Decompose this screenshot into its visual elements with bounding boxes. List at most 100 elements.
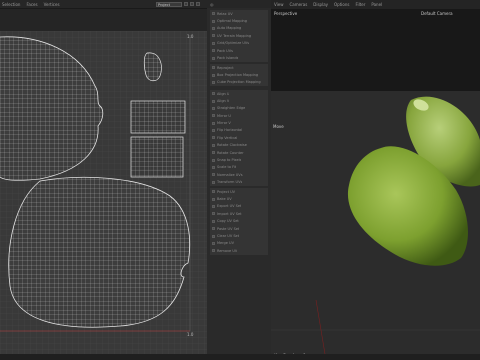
- tool-item[interactable]: Cube Projection Mapping: [210, 79, 268, 86]
- status-bar: [0, 354, 480, 360]
- toolbar-icon[interactable]: [184, 2, 188, 6]
- menu-vertices[interactable]: Vertices: [44, 2, 60, 7]
- tool-icon: [212, 241, 215, 245]
- tool-label: Remove UV: [217, 248, 238, 253]
- tool-icon: [212, 143, 215, 147]
- tool-item[interactable]: Grid/Optimize UVs: [210, 40, 268, 47]
- tool-icon: [212, 173, 215, 177]
- uv-axis-tick: 1.0: [187, 34, 194, 39]
- tool-item[interactable]: Transform UVs: [210, 179, 268, 186]
- tool-label: UV Terrain Mapping: [217, 33, 252, 38]
- tool-group: Relax UV Optimal Mapping Auto Mapping UV Te…: [210, 10, 268, 62]
- tool-item[interactable]: Copy UV Set: [210, 218, 268, 225]
- tool-label: Relax UV: [217, 11, 233, 16]
- tool-item[interactable]: Import UV Set: [210, 210, 268, 217]
- tool-group: Align U Align V Straighten Edge: [210, 90, 268, 113]
- tool-item[interactable]: Align V: [210, 97, 268, 104]
- tool-icon: [212, 165, 215, 169]
- tools-header: ◎: [207, 0, 271, 8]
- tool-item[interactable]: Mirror V: [210, 119, 268, 126]
- tool-icon: [212, 249, 215, 253]
- toolbar-icon[interactable]: [190, 2, 194, 6]
- tool-label: Bake UV: [217, 197, 232, 202]
- tool-item[interactable]: Export UV Set: [210, 203, 268, 210]
- tool-icon: [212, 197, 215, 201]
- tool-label: Mirror U: [217, 113, 231, 118]
- tool-icon: [212, 190, 215, 194]
- tool-label: Straighten Edge: [217, 106, 246, 111]
- tool-item[interactable]: UV Terrain Mapping: [210, 32, 268, 39]
- tool-icon: [212, 219, 215, 223]
- tool-label: Box Projection Mapping: [217, 73, 259, 78]
- select-value: Project: [158, 3, 170, 7]
- tool-item[interactable]: Reproject: [210, 64, 268, 71]
- tool-icon: [212, 66, 215, 70]
- tool-item[interactable]: Remove UV: [210, 247, 268, 254]
- tool-label: Merge UV: [217, 241, 234, 246]
- uv-projection-select[interactable]: Project: [156, 2, 182, 7]
- tool-item[interactable]: Auto Mapping: [210, 25, 268, 32]
- toolbar-icon[interactable]: [196, 2, 200, 6]
- tool-icon: [212, 180, 215, 184]
- tool-icon: [212, 234, 215, 238]
- uv-tools-panel: ◎ Relax UV Optimal Mapping Auto Mapping UV …: [207, 0, 271, 360]
- tool-item[interactable]: Merge UV: [210, 240, 268, 247]
- tool-icon: [212, 41, 215, 45]
- tool-item[interactable]: Clear UV Set: [210, 232, 268, 239]
- tool-item[interactable]: Project UV: [210, 188, 268, 195]
- tool-label: Copy UV Set: [217, 219, 239, 224]
- menu-selection[interactable]: Selection: [2, 2, 20, 7]
- tool-item[interactable]: Pack Islands: [210, 54, 268, 61]
- tool-icon: [212, 204, 215, 208]
- tool-label: Transform UVs: [217, 180, 243, 185]
- menu-faces[interactable]: Faces: [26, 2, 37, 7]
- tool-icon: [212, 106, 215, 110]
- tool-label: Optimal Mapping: [217, 19, 247, 24]
- uv-island[interactable]: [130, 136, 184, 178]
- tool-item[interactable]: Align U: [210, 90, 268, 97]
- tool-label: Pack UVs: [217, 48, 233, 53]
- tool-item[interactable]: Relax UV: [210, 10, 268, 17]
- tool-label: Reproject: [217, 65, 234, 70]
- tool-icon: [212, 212, 215, 216]
- tool-icon: [212, 34, 215, 38]
- tool-label: Scale to Fit: [217, 165, 237, 170]
- tool-item[interactable]: Normalize UVs: [210, 171, 268, 178]
- uv-viewport[interactable]: 1.0 1.0: [0, 31, 207, 354]
- tool-label: Rotate Counter: [217, 150, 244, 155]
- tool-item[interactable]: Flip Vertical: [210, 134, 268, 141]
- tool-item[interactable]: Rotate Counter: [210, 149, 268, 156]
- tool-item[interactable]: Mirror U: [210, 112, 268, 119]
- tool-item[interactable]: Box Projection Mapping: [210, 71, 268, 78]
- tool-label: Align U: [217, 91, 230, 96]
- tool-item[interactable]: Flip Horizontal: [210, 127, 268, 134]
- tool-label: Clear UV Set: [217, 234, 240, 239]
- tool-label: Import UV Set: [217, 211, 242, 216]
- tool-icon: [212, 128, 215, 132]
- uv-editor-panel: Selection Faces Vertices Project 1.0 1.0: [0, 0, 207, 360]
- tool-label: Paste UV Set: [217, 226, 240, 231]
- tool-label: Mirror V: [217, 121, 231, 126]
- tool-icon: [212, 114, 215, 118]
- tool-icon: [212, 99, 215, 103]
- tool-item[interactable]: Bake UV: [210, 195, 268, 202]
- tool-item[interactable]: Paste UV Set: [210, 225, 268, 232]
- tool-icon: [212, 227, 215, 231]
- tool-label: Normalize UVs: [217, 172, 243, 177]
- tool-icon: [212, 12, 215, 16]
- uv-axis-tick: 1.0: [187, 332, 194, 337]
- tool-item[interactable]: Pack UVs: [210, 47, 268, 54]
- tool-group: Mirror U Mirror V Flip Horizontal Flip Vert…: [210, 112, 268, 186]
- tools-header-icon: ◎: [210, 1, 214, 7]
- tool-icon: [212, 26, 215, 30]
- tool-icon: [212, 73, 215, 77]
- tool-item[interactable]: Optimal Mapping: [210, 17, 268, 24]
- uv-island[interactable]: [130, 100, 186, 134]
- tool-icon: [212, 56, 215, 60]
- tool-label: Pack Islands: [217, 56, 239, 61]
- tool-icon: [212, 151, 215, 155]
- tool-item[interactable]: Rotate Clockwise: [210, 142, 268, 149]
- uv-menubar: Selection Faces Vertices Project: [0, 0, 207, 9]
- tool-item[interactable]: Snap to Pixels: [210, 156, 268, 163]
- tool-item[interactable]: Scale to Fit: [210, 164, 268, 171]
